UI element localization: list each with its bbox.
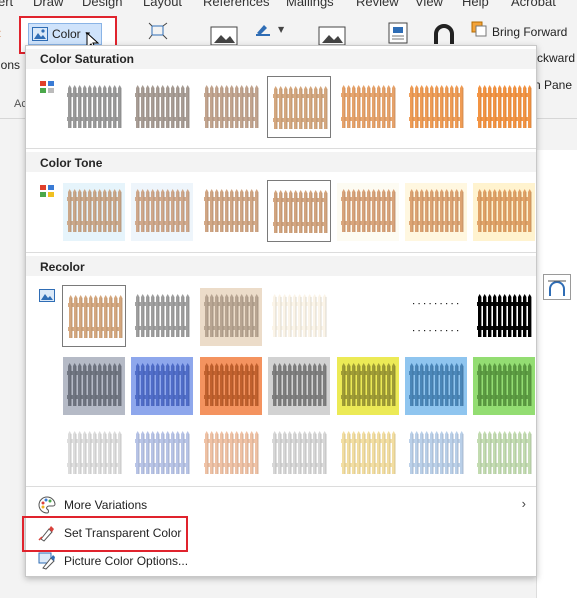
saturation-preset-7[interactable] xyxy=(472,76,536,138)
menu-acrobat[interactable]: Acrobat xyxy=(511,0,556,9)
corrections-label-fragment: ions xyxy=(0,58,21,72)
tone-preset-1[interactable] xyxy=(62,180,126,242)
saturation-preset-4[interactable] xyxy=(267,76,332,138)
set-transparent-color-highlight xyxy=(22,516,188,552)
recolor-preset-row2-4[interactable] xyxy=(267,354,331,416)
palette-icon xyxy=(38,496,56,514)
color-button-label: Color xyxy=(52,27,81,41)
picture-layout-icon[interactable] xyxy=(318,26,348,46)
recolor-preset-row3-4[interactable] xyxy=(267,422,331,484)
svg-text:▼: ▼ xyxy=(278,25,285,34)
picture-color-options-icon xyxy=(38,552,55,570)
saturation-preset-1[interactable] xyxy=(62,76,126,138)
menu-mailings[interactable]: Mailings xyxy=(286,0,334,9)
tone-preset-4[interactable] xyxy=(267,180,332,242)
recolor-preset-row2-6[interactable] xyxy=(404,354,468,416)
change-picture-icon[interactable] xyxy=(210,26,240,46)
recolor-preset-row1-7[interactable] xyxy=(472,285,536,347)
saturation-preset-6[interactable] xyxy=(404,76,468,138)
recolor-preset-row1-5[interactable] xyxy=(336,285,400,347)
recolor-preset-row3-1[interactable] xyxy=(62,422,126,484)
section-header-bg xyxy=(26,256,536,276)
divider xyxy=(26,252,536,253)
section-header-bg xyxy=(26,152,536,172)
tone-preset-6[interactable] xyxy=(404,180,468,242)
compress-pictures-icon[interactable] xyxy=(148,22,168,40)
more-variations-label: More Variations xyxy=(64,498,148,512)
recolor-preset-row3-5[interactable] xyxy=(336,422,400,484)
divider xyxy=(26,486,536,487)
position-icon[interactable] xyxy=(386,22,410,44)
menu-review[interactable]: Review xyxy=(356,0,399,9)
tone-preset-3[interactable] xyxy=(199,180,263,242)
recolor-preset-row3-7[interactable] xyxy=(472,422,536,484)
recolor-preset-row2-7[interactable] xyxy=(472,354,536,416)
recolor-preset-row3-6[interactable] xyxy=(404,422,468,484)
divider xyxy=(26,148,536,149)
menubar: ert Draw Design Layout References Mailin… xyxy=(0,0,577,9)
document-page xyxy=(536,150,577,598)
recolor-preset-row1-1[interactable] xyxy=(62,285,126,347)
chevron-right-icon: › xyxy=(521,496,526,511)
recolor-icon xyxy=(39,289,55,302)
picture-color-options-label: Picture Color Options... xyxy=(64,554,189,568)
bring-forward-label[interactable]: Bring Forward xyxy=(492,25,567,39)
recolor-title: Recolor xyxy=(40,260,85,274)
color-tone-title: Color Tone xyxy=(40,156,103,170)
saturation-preset-2[interactable] xyxy=(130,76,194,138)
menu-insert-fragment[interactable]: ert xyxy=(0,0,13,9)
layout-options-icon[interactable] xyxy=(543,274,571,300)
recolor-preset-row2-1[interactable] xyxy=(62,354,126,416)
recolor-preset-row2-2[interactable] xyxy=(130,354,194,416)
menu-view[interactable]: View xyxy=(415,0,443,9)
tone-preset-2[interactable] xyxy=(130,180,194,242)
color-saturation-title: Color Saturation xyxy=(40,52,135,66)
recolor-preset-row2-3[interactable] xyxy=(199,354,263,416)
recolor-preset-row1-4[interactable] xyxy=(267,285,331,347)
send-backward-fragment[interactable]: ckward xyxy=(537,51,575,65)
color-dropdown-panel: Color Saturation Color Tone Recolor More… xyxy=(22,45,537,577)
tone-icon xyxy=(40,185,54,197)
more-variations-item[interactable]: More Variations › xyxy=(26,492,536,518)
selection-pane-fragment[interactable]: n Pane xyxy=(534,78,572,92)
menu-draw[interactable]: Draw xyxy=(33,0,63,9)
menu-layout[interactable]: Layout xyxy=(143,0,182,9)
recolor-preset-row2-5[interactable] xyxy=(336,354,400,416)
saturation-preset-5[interactable] xyxy=(336,76,400,138)
recolor-preset-row3-3[interactable] xyxy=(199,422,263,484)
tone-preset-5[interactable] xyxy=(336,180,400,242)
bring-forward-icon[interactable] xyxy=(471,21,487,37)
menu-design[interactable]: Design xyxy=(82,0,122,9)
picture-color-options-item[interactable]: Picture Color Options... xyxy=(26,548,536,574)
saturation-preset-3[interactable] xyxy=(199,76,263,138)
recolor-preset-row1-6[interactable] xyxy=(404,285,468,347)
recolor-preset-row3-2[interactable] xyxy=(130,422,194,484)
recolor-preset-row1-3[interactable] xyxy=(199,285,263,347)
back-arrow-icon[interactable]: ‹ xyxy=(0,25,1,43)
menu-help[interactable]: Help xyxy=(462,0,489,9)
wrap-text-icon[interactable] xyxy=(430,22,458,44)
menu-references[interactable]: References xyxy=(203,0,269,9)
picture-border-icon[interactable]: ▼ xyxy=(254,22,288,36)
picture-color-icon xyxy=(32,27,48,41)
tone-preset-7[interactable] xyxy=(472,180,536,242)
recolor-preset-row1-2[interactable] xyxy=(130,285,194,347)
saturation-icon xyxy=(40,81,54,93)
